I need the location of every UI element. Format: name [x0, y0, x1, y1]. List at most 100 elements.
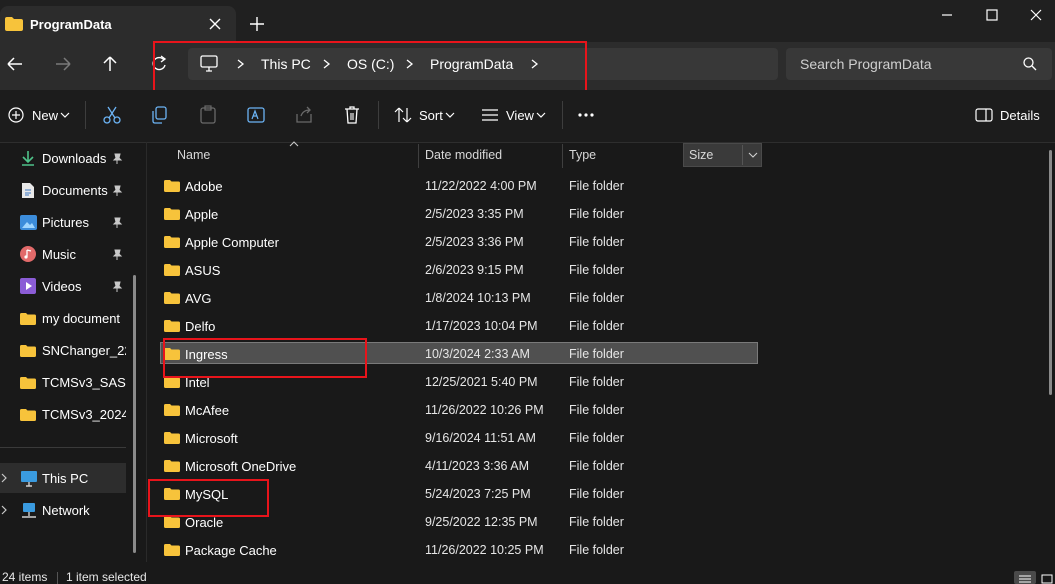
folder-icon [20, 377, 36, 389]
file-type: File folder [569, 207, 624, 221]
share-icon[interactable] [294, 105, 314, 125]
sidebar-scrollbar[interactable] [133, 275, 136, 553]
sidebar-item-tcmsv3-sasol[interactable]: TCMSv3_SASOL [42, 375, 126, 390]
chevron-down-icon[interactable] [60, 112, 70, 118]
minimize-icon[interactable] [925, 0, 969, 30]
sidebar-item-my-document[interactable]: my document [42, 311, 120, 326]
file-type: File folder [569, 431, 624, 445]
column-divider[interactable] [562, 144, 563, 168]
file-type: File folder [569, 543, 624, 557]
download-icon [22, 151, 34, 166]
folder-icon [20, 345, 36, 357]
folder-icon [164, 208, 180, 220]
column-header-name[interactable]: Name [177, 148, 210, 162]
sort-button[interactable]: Sort [419, 108, 443, 123]
music-icon [20, 246, 36, 262]
file-type: File folder [569, 347, 624, 361]
file-type: File folder [569, 403, 624, 417]
new-tab-icon[interactable] [248, 15, 266, 33]
file-name: AVG [185, 291, 212, 306]
file-list-scrollbar[interactable] [1049, 150, 1052, 395]
file-type: File folder [569, 235, 624, 249]
file-date-modified: 5/24/2023 7:25 PM [425, 487, 531, 501]
sidebar-item-music[interactable]: Music [42, 247, 76, 262]
list-view-icon[interactable] [1018, 574, 1032, 584]
sidebar-item-network[interactable]: Network [42, 503, 90, 518]
view-button[interactable]: View [506, 108, 534, 123]
sidebar-item-pictures[interactable]: Pictures [42, 215, 89, 230]
rename-icon[interactable] [246, 105, 266, 125]
file-date-modified: 10/3/2024 2:33 AM [425, 347, 530, 361]
up-arrow-icon[interactable] [95, 49, 125, 79]
file-name: Microsoft [185, 431, 238, 446]
view-icon[interactable] [480, 105, 500, 125]
chevron-right-icon[interactable] [0, 473, 8, 483]
sidebar-item-this-pc[interactable]: This PC [42, 471, 88, 486]
folder-icon [5, 17, 23, 31]
file-date-modified: 2/6/2023 9:15 PM [425, 263, 524, 277]
back-arrow-icon[interactable] [0, 49, 30, 79]
folder-icon [20, 409, 36, 421]
sidebar-item-documents[interactable]: Documents [42, 183, 108, 198]
folder-icon [164, 460, 180, 472]
folder-icon [164, 236, 180, 248]
file-date-modified: 11/22/2022 4:00 PM [425, 179, 537, 193]
file-type: File folder [569, 179, 624, 193]
sidebar-item-downloads[interactable]: Downloads [42, 151, 106, 166]
more-options-icon[interactable] [576, 105, 596, 125]
sidebar-item-snchanger[interactable]: SNChanger_221 [42, 343, 126, 358]
chevron-right-icon[interactable] [0, 505, 8, 515]
file-type: File folder [569, 515, 624, 529]
column-divider [742, 145, 743, 165]
sort-icon[interactable] [393, 105, 413, 125]
column-header-date[interactable]: Date modified [425, 148, 502, 162]
status-item-count: 24 items [2, 570, 48, 584]
file-type: File folder [569, 291, 624, 305]
folder-icon [164, 292, 180, 304]
column-header-type[interactable]: Type [569, 148, 596, 162]
new-button[interactable]: New [32, 108, 58, 123]
tiles-view-icon[interactable] [1041, 574, 1053, 584]
file-name: ASUS [185, 263, 221, 278]
cut-icon[interactable] [102, 105, 122, 125]
toolbar-divider [85, 101, 86, 129]
close-window-icon[interactable] [1014, 0, 1055, 30]
file-date-modified: 1/17/2023 10:04 PM [425, 319, 538, 333]
folder-icon [164, 264, 180, 276]
annotation-box-ingress [163, 338, 367, 378]
pin-icon[interactable] [111, 249, 123, 261]
copy-icon[interactable] [150, 105, 170, 125]
file-date-modified: 9/25/2022 12:35 PM [425, 515, 538, 529]
folder-icon [164, 320, 180, 332]
column-divider[interactable] [418, 144, 419, 168]
details-pane-icon[interactable] [974, 105, 994, 125]
close-tab-icon[interactable] [206, 15, 224, 33]
forward-arrow-icon[interactable] [48, 49, 78, 79]
sidebar-item-tcmsv3-202406[interactable]: TCMSv3_202406 [42, 407, 126, 422]
chevron-down-icon[interactable] [536, 112, 546, 118]
chevron-down-icon[interactable] [748, 152, 758, 158]
pin-icon[interactable] [111, 281, 123, 293]
pin-icon[interactable] [111, 185, 123, 197]
file-type: File folder [569, 375, 624, 389]
sidebar-divider [0, 447, 126, 448]
plus-circle-icon[interactable] [6, 105, 26, 125]
chevron-down-icon[interactable] [445, 112, 455, 118]
search-icon[interactable] [1022, 56, 1038, 72]
sidebar-item-videos[interactable]: Videos [42, 279, 82, 294]
file-date-modified: 2/5/2023 3:35 PM [425, 207, 524, 221]
delete-icon[interactable] [342, 105, 362, 125]
folder-icon [20, 313, 36, 325]
pin-icon[interactable] [111, 217, 123, 229]
maximize-icon[interactable] [970, 0, 1014, 30]
this-pc-icon [21, 471, 37, 487]
column-header-size[interactable]: Size [689, 148, 713, 162]
file-name: Package Cache [185, 543, 277, 558]
paste-icon[interactable] [198, 105, 218, 125]
search-input[interactable]: Search ProgramData [800, 56, 932, 72]
file-date-modified: 2/5/2023 3:36 PM [425, 235, 524, 249]
picture-icon [20, 215, 37, 230]
details-button[interactable]: Details [1000, 108, 1040, 123]
status-divider [57, 572, 58, 584]
pin-icon[interactable] [111, 153, 123, 165]
